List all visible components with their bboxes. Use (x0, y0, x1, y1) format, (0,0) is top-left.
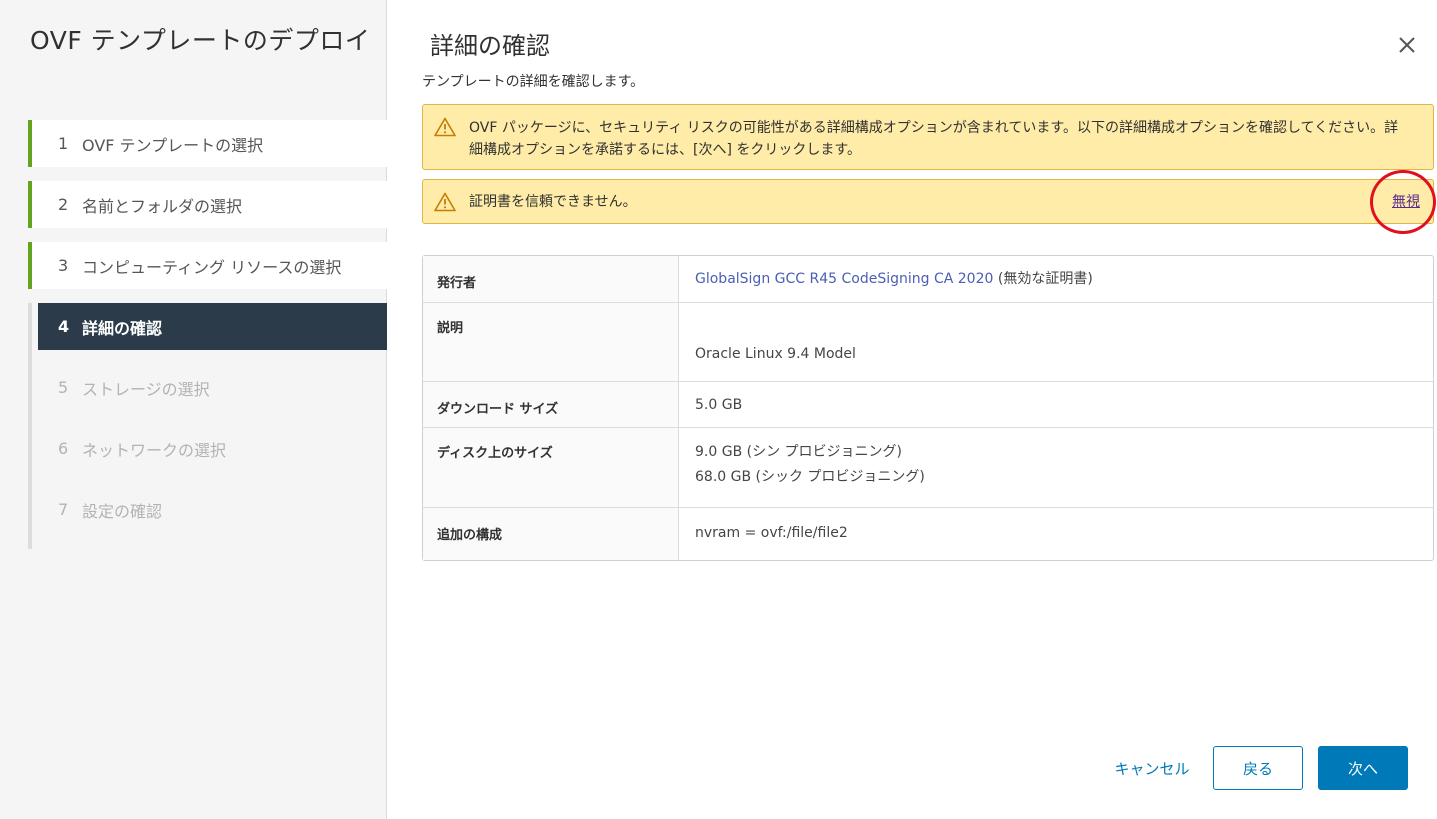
step-label: ストレージの選択 (82, 379, 210, 399)
step-number: 5 (58, 378, 69, 397)
alert-text: 証明書を信頼できません。 (469, 194, 637, 210)
step-network: 6 ネットワークの選択 (28, 425, 387, 472)
cancel-button[interactable]: キャンセル (1100, 746, 1204, 790)
step-number: 6 (58, 439, 69, 458)
next-button[interactable]: 次へ (1318, 746, 1408, 790)
publisher-value: GlobalSign GCC R45 CodeSigning CA 2020 (… (679, 256, 1433, 302)
details-table: 発行者 GlobalSign GCC R45 CodeSigning CA 20… (422, 255, 1434, 561)
warning-icon (434, 192, 456, 212)
download-size-value: 5.0 GB (695, 397, 743, 413)
wizard-steps: 1 OVF テンプレートの選択 2 名前とフォルダの選択 3 コンピューティング… (28, 120, 387, 547)
step-name-folder[interactable]: 2 名前とフォルダの選択 (28, 181, 387, 228)
close-icon[interactable] (1392, 30, 1422, 60)
wizard-title: OVF テンプレートのデプロイ (30, 26, 371, 55)
table-row: ディスク上のサイズ 9.0 GB (シン プロビジョニング) 68.0 GB (… (423, 428, 1433, 508)
back-button[interactable]: 戻る (1213, 746, 1303, 790)
step-ready-complete: 7 設定の確認 (28, 486, 387, 533)
step-review-details[interactable]: 4 詳細の確認 (38, 303, 387, 350)
ignore-link[interactable]: 無視 (1392, 191, 1420, 211)
table-row: 発行者 GlobalSign GCC R45 CodeSigning CA 20… (423, 256, 1433, 303)
disk-size-value: 9.0 GB (シン プロビジョニング) 68.0 GB (シック プロビジョニ… (679, 428, 1433, 507)
step-label: OVF テンプレートの選択 (82, 135, 264, 155)
step-label: 名前とフォルダの選択 (82, 196, 243, 216)
warning-icon (434, 117, 456, 137)
step-label: 設定の確認 (82, 501, 163, 521)
extra-config-label: 追加の構成 (423, 508, 679, 560)
publisher-note: (無効な証明書) (993, 271, 1093, 287)
step-number: 7 (58, 500, 69, 519)
wizard-sidebar: OVF テンプレートのデプロイ 1 OVF テンプレートの選択 2 名前とフォル… (0, 0, 387, 819)
step-compute-resource[interactable]: 3 コンピューティング リソースの選択 (28, 242, 387, 289)
disk-size-thick: 68.0 GB (シック プロビジョニング) (695, 469, 925, 485)
publisher-label: 発行者 (423, 256, 679, 302)
download-size-label: ダウンロード サイズ (423, 382, 679, 427)
step-number: 3 (58, 256, 69, 275)
table-row: ダウンロード サイズ 5.0 GB (423, 382, 1433, 428)
step-storage: 5 ストレージの選択 (28, 364, 387, 411)
security-warning-alert: OVF パッケージに、セキュリティ リスクの可能性がある詳細構成オプションが含ま… (422, 104, 1434, 170)
step-label: コンピューティング リソースの選択 (82, 257, 342, 277)
page-subtitle: テンプレートの詳細を確認します。 (422, 74, 645, 90)
step-number: 1 (58, 134, 69, 153)
description-label: 説明 (423, 303, 679, 381)
description-value: Oracle Linux 9.4 Model (695, 346, 856, 362)
table-row: 追加の構成 nvram = ovf:/file/file2 (423, 508, 1433, 560)
step-number: 2 (58, 195, 69, 214)
step-label: ネットワークの選択 (82, 440, 227, 460)
page-title: 詳細の確認 (430, 32, 550, 60)
alert-text: OVF パッケージに、セキュリティ リスクの可能性がある詳細構成オプションが含ま… (469, 120, 1399, 158)
table-row: 説明 Oracle Linux 9.4 Model (423, 303, 1433, 382)
publisher-link[interactable]: GlobalSign GCC R45 CodeSigning CA 2020 (695, 271, 993, 287)
step-ovf-template[interactable]: 1 OVF テンプレートの選択 (28, 120, 387, 167)
extra-config-value: nvram = ovf:/file/file2 (695, 525, 848, 541)
disk-size-label: ディスク上のサイズ (423, 428, 679, 507)
step-label: 詳細の確認 (82, 318, 163, 338)
certificate-warning-alert: 証明書を信頼できません。 無視 (422, 179, 1434, 224)
disk-size-thin: 9.0 GB (シン プロビジョニング) (695, 444, 902, 460)
wizard-content: 詳細の確認 テンプレートの詳細を確認します。 OVF パッケージに、セキュリティ… (388, 0, 1437, 819)
step-number: 4 (58, 317, 70, 336)
